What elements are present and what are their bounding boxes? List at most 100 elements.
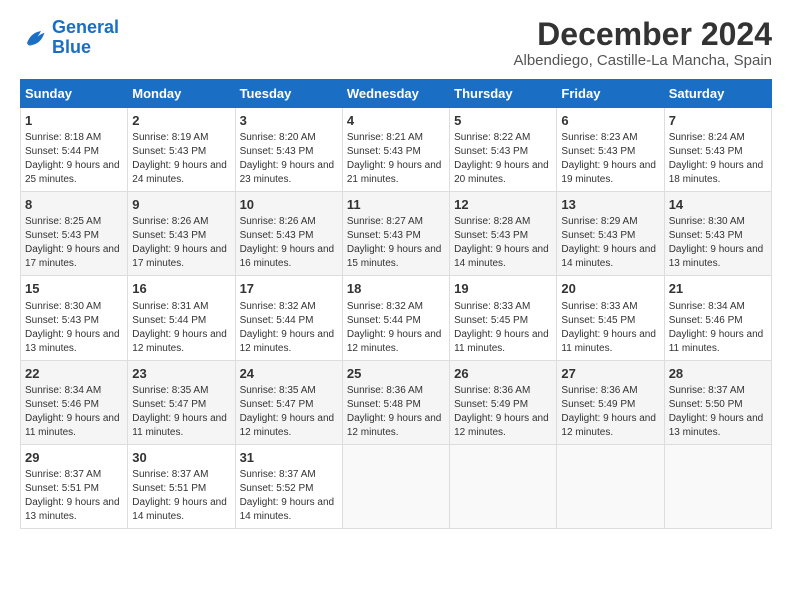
- day-number: 21: [669, 280, 767, 298]
- sunset-label: Sunset: 5:50 PM: [669, 399, 743, 410]
- day-number: 10: [240, 196, 338, 214]
- daylight-label: Daylight: 9 hours and 15 minutes.: [347, 244, 442, 269]
- sunrise-label: Sunrise: 8:30 AM: [25, 301, 101, 312]
- sunrise-label: Sunrise: 8:37 AM: [132, 469, 208, 480]
- calendar-cell: 16Sunrise: 8:31 AMSunset: 5:44 PMDayligh…: [128, 276, 235, 360]
- sunset-label: Sunset: 5:46 PM: [669, 315, 743, 326]
- day-number: 4: [347, 112, 445, 130]
- daylight-label: Daylight: 9 hours and 16 minutes.: [240, 244, 335, 269]
- calendar-cell: 13Sunrise: 8:29 AMSunset: 5:43 PMDayligh…: [557, 192, 664, 276]
- logo-text-general: General: [52, 18, 119, 38]
- calendar-row-1: 1 Sunrise: 8:18 AM Sunset: 5:44 PM Daylight…: [21, 108, 772, 192]
- calendar-cell: 26Sunrise: 8:36 AMSunset: 5:49 PMDayligh…: [450, 360, 557, 444]
- daylight-label: Daylight: 9 hours and 18 minutes.: [669, 160, 764, 185]
- sunrise-label: Sunrise: 8:35 AM: [240, 385, 316, 396]
- day-number: 28: [669, 365, 767, 383]
- day-number: 23: [132, 365, 230, 383]
- sunrise-label: Sunrise: 8:32 AM: [240, 301, 316, 312]
- logo-text-blue: Blue: [52, 38, 119, 58]
- header: General Blue December 2024 Albendiego, C…: [20, 18, 772, 69]
- sunset-label: Sunset: 5:45 PM: [454, 315, 528, 326]
- sunrise-label: Sunrise: 8:28 AM: [454, 216, 530, 227]
- logo-icon: [20, 24, 48, 52]
- sunset-label: Sunset: 5:43 PM: [454, 146, 528, 157]
- sunset-label: Sunset: 5:47 PM: [240, 399, 314, 410]
- calendar-cell: [664, 444, 771, 528]
- day-number: 19: [454, 280, 552, 298]
- daylight-label: Daylight: 9 hours and 17 minutes.: [25, 244, 120, 269]
- daylight-label: Daylight: 9 hours and 14 minutes.: [454, 244, 549, 269]
- day-number: 17: [240, 280, 338, 298]
- header-row: SundayMondayTuesdayWednesdayThursdayFrid…: [21, 80, 772, 108]
- calendar-cell: 6Sunrise: 8:23 AMSunset: 5:43 PMDaylight…: [557, 108, 664, 192]
- calendar-cell: 2Sunrise: 8:19 AMSunset: 5:43 PMDaylight…: [128, 108, 235, 192]
- daylight-label: Daylight: 9 hours and 11 minutes.: [25, 413, 120, 438]
- sunrise-label: Sunrise: 8:24 AM: [669, 132, 745, 143]
- day-number: 16: [132, 280, 230, 298]
- calendar-cell: 10Sunrise: 8:26 AMSunset: 5:43 PMDayligh…: [235, 192, 342, 276]
- daylight-label: Daylight: 9 hours and 14 minutes.: [561, 244, 656, 269]
- calendar-cell: [557, 444, 664, 528]
- sunrise-label: Sunrise: 8:31 AM: [132, 301, 208, 312]
- col-header-tuesday: Tuesday: [235, 80, 342, 108]
- sunrise-label: Sunrise: 8:27 AM: [347, 216, 423, 227]
- calendar-cell: 23Sunrise: 8:35 AMSunset: 5:47 PMDayligh…: [128, 360, 235, 444]
- calendar-cell: 19Sunrise: 8:33 AMSunset: 5:45 PMDayligh…: [450, 276, 557, 360]
- sunrise-label: Sunrise: 8:37 AM: [669, 385, 745, 396]
- sunrise-label: Sunrise: 8:36 AM: [454, 385, 530, 396]
- sunset-label: Sunset: 5:44 PM: [25, 146, 99, 157]
- calendar-row-4: 22Sunrise: 8:34 AMSunset: 5:46 PMDayligh…: [21, 360, 772, 444]
- calendar-row-3: 15Sunrise: 8:30 AMSunset: 5:43 PMDayligh…: [21, 276, 772, 360]
- day-number: 9: [132, 196, 230, 214]
- sunrise-label: Sunrise: 8:22 AM: [454, 132, 530, 143]
- calendar-cell: 30Sunrise: 8:37 AMSunset: 5:51 PMDayligh…: [128, 444, 235, 528]
- location: Albendiego, Castille-La Mancha, Spain: [514, 52, 773, 69]
- daylight-label: Daylight: 9 hours and 25 minutes.: [25, 160, 120, 185]
- logo: General Blue: [20, 18, 119, 58]
- day-number: 20: [561, 280, 659, 298]
- day-number: 26: [454, 365, 552, 383]
- day-number: 8: [25, 196, 123, 214]
- sunrise-label: Sunrise: 8:30 AM: [669, 216, 745, 227]
- sunrise-label: Sunrise: 8:37 AM: [240, 469, 316, 480]
- sunset-label: Sunset: 5:43 PM: [25, 230, 99, 241]
- daylight-label: Daylight: 9 hours and 11 minutes.: [132, 413, 227, 438]
- calendar-table: SundayMondayTuesdayWednesdayThursdayFrid…: [20, 79, 772, 529]
- calendar-cell: 29Sunrise: 8:37 AMSunset: 5:51 PMDayligh…: [21, 444, 128, 528]
- sunrise-label: Sunrise: 8:33 AM: [454, 301, 530, 312]
- daylight-label: Daylight: 9 hours and 12 minutes.: [347, 413, 442, 438]
- calendar-cell: 4Sunrise: 8:21 AMSunset: 5:43 PMDaylight…: [342, 108, 449, 192]
- daylight-label: Daylight: 9 hours and 12 minutes.: [240, 329, 335, 354]
- sunrise-label: Sunrise: 8:34 AM: [669, 301, 745, 312]
- calendar-cell: [450, 444, 557, 528]
- sunset-label: Sunset: 5:43 PM: [347, 146, 421, 157]
- daylight-label: Daylight: 9 hours and 13 minutes.: [25, 497, 120, 522]
- calendar-cell: [342, 444, 449, 528]
- sunset-label: Sunset: 5:43 PM: [25, 315, 99, 326]
- sunset-label: Sunset: 5:43 PM: [240, 230, 314, 241]
- daylight-label: Daylight: 9 hours and 14 minutes.: [132, 497, 227, 522]
- sunrise-label: Sunrise: 8:18 AM: [25, 132, 101, 143]
- calendar-cell: 20Sunrise: 8:33 AMSunset: 5:45 PMDayligh…: [557, 276, 664, 360]
- day-number: 1: [25, 112, 123, 130]
- calendar-cell: 31Sunrise: 8:37 AMSunset: 5:52 PMDayligh…: [235, 444, 342, 528]
- col-header-saturday: Saturday: [664, 80, 771, 108]
- sunset-label: Sunset: 5:44 PM: [347, 315, 421, 326]
- col-header-thursday: Thursday: [450, 80, 557, 108]
- month-title: December 2024: [514, 18, 773, 50]
- sunset-label: Sunset: 5:52 PM: [240, 483, 314, 494]
- col-header-wednesday: Wednesday: [342, 80, 449, 108]
- daylight-label: Daylight: 9 hours and 12 minutes.: [347, 329, 442, 354]
- calendar-cell: 21Sunrise: 8:34 AMSunset: 5:46 PMDayligh…: [664, 276, 771, 360]
- sunset-label: Sunset: 5:47 PM: [132, 399, 206, 410]
- day-number: 22: [25, 365, 123, 383]
- day-number: 30: [132, 449, 230, 467]
- day-number: 13: [561, 196, 659, 214]
- col-header-monday: Monday: [128, 80, 235, 108]
- sunset-label: Sunset: 5:48 PM: [347, 399, 421, 410]
- calendar-cell: 27Sunrise: 8:36 AMSunset: 5:49 PMDayligh…: [557, 360, 664, 444]
- sunset-label: Sunset: 5:51 PM: [25, 483, 99, 494]
- daylight-label: Daylight: 9 hours and 14 minutes.: [240, 497, 335, 522]
- sunrise-label: Sunrise: 8:26 AM: [132, 216, 208, 227]
- sunrise-label: Sunrise: 8:36 AM: [347, 385, 423, 396]
